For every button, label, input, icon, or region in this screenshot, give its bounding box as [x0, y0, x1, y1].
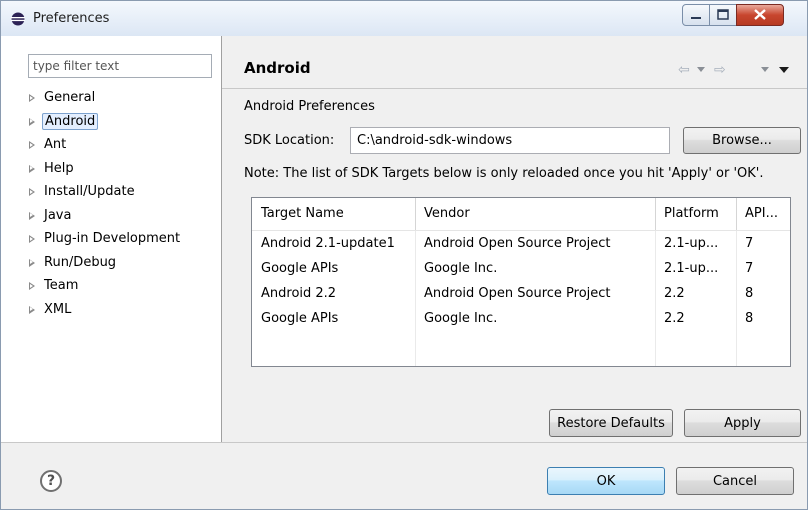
tree-item-label: General	[44, 90, 96, 105]
table-cell[interactable]: Google APIs	[252, 307, 415, 330]
maximize-icon	[717, 9, 729, 20]
tree-item-help[interactable]: Help	[29, 159, 76, 179]
minimize-button[interactable]	[682, 4, 710, 26]
help-icon[interactable]: ?	[40, 470, 62, 492]
table-cell[interactable]: 7	[736, 257, 790, 280]
tree-item-team[interactable]: Team	[29, 276, 80, 296]
view-menu-icon[interactable]	[779, 67, 789, 73]
table-cell[interactable]: Android 2.2	[252, 282, 415, 305]
tree-item-install-update[interactable]: Install/Update	[29, 182, 137, 202]
apply-button[interactable]: Apply	[684, 409, 801, 437]
tree-item-label: Android	[42, 112, 99, 130]
table-cell[interactable]: Android Open Source Project	[415, 232, 655, 255]
close-icon	[754, 9, 766, 20]
header-separator-line	[252, 230, 790, 231]
table-cell[interactable]: 2.1-up...	[655, 232, 736, 255]
minimize-icon	[691, 17, 701, 19]
expand-arrow-icon[interactable]	[29, 94, 35, 102]
tree-item-label: Java	[44, 207, 72, 223]
cancel-button[interactable]: Cancel	[676, 467, 794, 495]
tree-item-xml[interactable]: XML	[29, 300, 73, 320]
forward-icon[interactable]: ⇨	[714, 62, 726, 78]
table-cell[interactable]: Android 2.1-update1	[252, 232, 415, 255]
expand-arrow-icon[interactable]	[29, 211, 35, 220]
restore-defaults-button[interactable]: Restore Defaults	[549, 409, 673, 437]
expand-arrow-icon[interactable]	[29, 141, 35, 149]
tree-item-label: Ant	[44, 137, 67, 152]
filter-input[interactable]	[28, 54, 212, 78]
expand-arrow-icon[interactable]	[29, 258, 35, 267]
table-cell[interactable]: Google Inc.	[415, 307, 655, 330]
column-header-api[interactable]: API...	[736, 198, 790, 230]
column-header-vendor[interactable]: Vendor	[415, 198, 655, 230]
column-header-target-name[interactable]: Target Name	[252, 198, 415, 230]
window-title: Preferences	[33, 11, 110, 26]
header-separator	[222, 88, 807, 89]
close-button[interactable]	[736, 4, 784, 26]
title-bar[interactable]: Preferences	[1, 1, 807, 37]
table-cell[interactable]: 7	[736, 232, 790, 255]
tree-item-label: Run/Debug	[44, 254, 117, 270]
tree-item-java[interactable]: Java	[29, 206, 73, 226]
tree-item-run-debug[interactable]: Run/Debug	[29, 253, 118, 273]
expand-arrow-icon[interactable]	[29, 164, 35, 173]
tree-item-label: Install/Update	[44, 184, 135, 199]
sdk-targets-table[interactable]: Target Name Vendor Platform API... Andro…	[251, 197, 791, 367]
table-cell[interactable]: 2.2	[655, 282, 736, 305]
forward-history-dropdown[interactable]	[761, 67, 769, 72]
table-cell[interactable]: 8	[736, 307, 790, 330]
table-cell[interactable]: Google Inc.	[415, 257, 655, 280]
expand-arrow-icon[interactable]	[29, 235, 35, 243]
tree-item-plug-in-development[interactable]: Plug-in Development	[29, 229, 182, 249]
ok-button[interactable]: OK	[547, 467, 665, 495]
tree-item-ant[interactable]: Ant	[29, 135, 68, 155]
table-cell[interactable]: 8	[736, 282, 790, 305]
tree-item-label: Help	[44, 160, 74, 176]
reload-note: Note: The list of SDK Targets below is o…	[244, 166, 764, 181]
expand-arrow-icon[interactable]	[29, 117, 35, 126]
back-icon[interactable]: ⇦	[678, 62, 690, 78]
tree-item-label: Team	[44, 278, 79, 293]
expand-arrow-icon[interactable]	[29, 305, 35, 314]
table-cell[interactable]: 2.2	[655, 307, 736, 330]
table-cell[interactable]: Android Open Source Project	[415, 282, 655, 305]
eclipse-icon	[11, 12, 25, 26]
table-cell[interactable]: 2.1-up...	[655, 257, 736, 280]
back-history-dropdown[interactable]	[697, 67, 705, 72]
page-title: Android	[244, 59, 311, 77]
expand-arrow-icon[interactable]	[29, 188, 35, 196]
tree-item-label: XML	[44, 301, 72, 317]
sdk-location-label: SDK Location:	[244, 133, 335, 148]
expand-arrow-icon[interactable]	[29, 282, 35, 290]
section-label: Android Preferences	[244, 99, 375, 114]
button-bar-separator	[1, 442, 807, 443]
tree-item-general[interactable]: General	[29, 88, 97, 108]
browse-button[interactable]: Browse...	[683, 127, 801, 154]
maximize-button[interactable]	[709, 4, 737, 26]
column-header-platform[interactable]: Platform	[655, 198, 736, 230]
tree-item-android[interactable]: Android	[29, 112, 99, 132]
sdk-location-input[interactable]	[350, 127, 670, 154]
table-cell[interactable]: Google APIs	[252, 257, 415, 280]
tree-item-label: Plug-in Development	[44, 231, 181, 246]
